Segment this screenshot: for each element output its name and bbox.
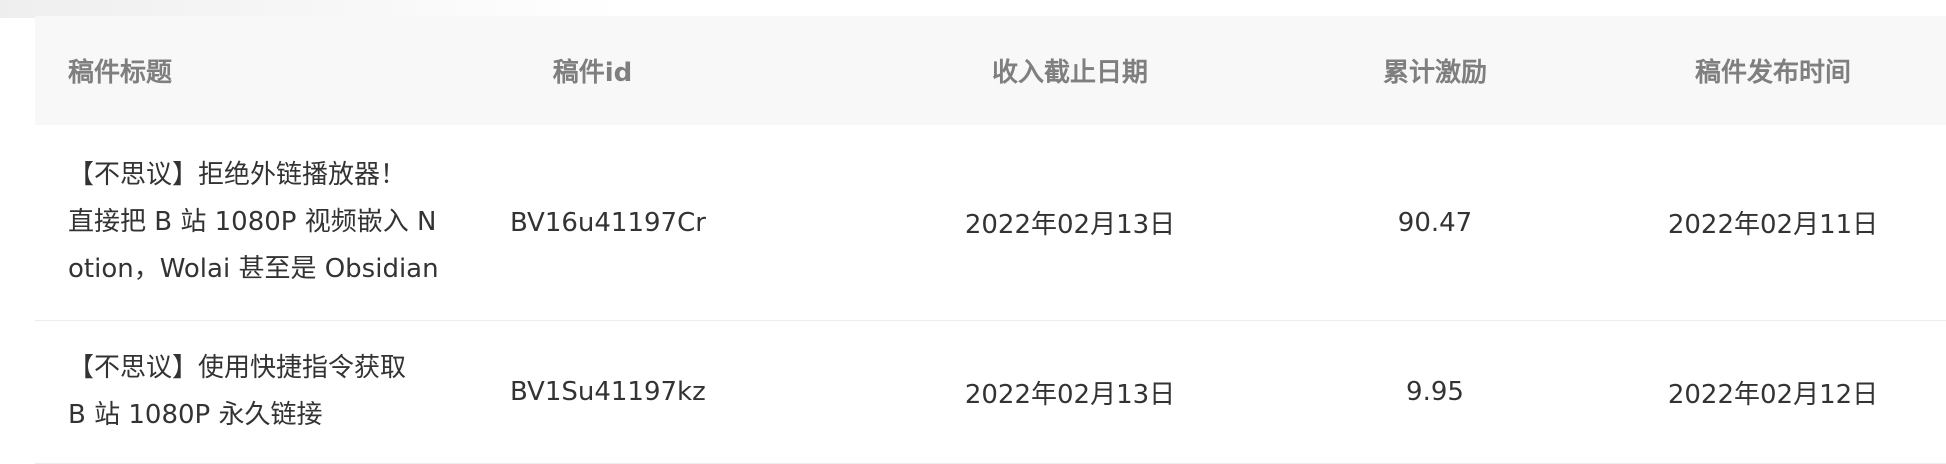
video-title[interactable]: 【不思议】使用快捷指令获取 B 站 1080P 永久链接 [68, 345, 468, 439]
header-reward[interactable]: 累计激励 [1270, 52, 1600, 89]
reward-amount: 9.95 [1406, 377, 1464, 407]
cutoff-date: 2022年02月13日 [964, 210, 1176, 240]
video-id: BV16u41197Cr [510, 207, 706, 238]
header-publish-time[interactable]: 稿件发布时间 [1600, 52, 1946, 89]
table-row[interactable]: 【不思议】拒绝外链播放器！ 直接把 B 站 1080P 视频嵌入 N otion… [35, 125, 1946, 321]
table-header: 稿件标题 稿件id 收入截止日期 累计激励 稿件发布时间 [35, 16, 1946, 125]
header-cutoff-date[interactable]: 收入截止日期 [870, 52, 1270, 89]
title-line: 【不思议】拒绝外链播放器！ [68, 160, 407, 190]
header-id[interactable]: 稿件id [510, 52, 870, 89]
title-line: B 站 1080P 永久链接 [68, 400, 323, 430]
cutoff-date: 2022年02月13日 [964, 379, 1176, 410]
income-table: 稿件标题 稿件id 收入截止日期 累计激励 稿件发布时间 【不思议】拒绝外链播放… [35, 16, 1946, 464]
reward-amount: 90.47 [1397, 207, 1473, 238]
video-title[interactable]: 【不思议】拒绝外链播放器！ 直接把 B 站 1080P 视频嵌入 N otion… [68, 152, 468, 293]
video-title-cell[interactable]: 【不思议】使用快捷指令获取 B 站 1080P 永久链接 [35, 345, 510, 439]
header-title[interactable]: 稿件标题 [35, 52, 510, 89]
video-title-cell[interactable]: 【不思议】拒绝外链播放器！ 直接把 B 站 1080P 视频嵌入 N otion… [35, 152, 510, 293]
publish-date: 2022年02月12日 [1667, 379, 1879, 410]
publish-date: 2022年02月11日 [1667, 210, 1879, 240]
table-row[interactable]: 【不思议】使用快捷指令获取 B 站 1080P 永久链接 BV1Su41197k… [35, 321, 1946, 464]
title-line: otion，Wolai 甚至是 Obsidian [68, 254, 439, 284]
title-line: 【不思议】使用快捷指令获取 [68, 353, 407, 383]
video-id: BV1Su41197kz [510, 377, 706, 407]
title-line: 直接把 B 站 1080P 视频嵌入 N [68, 207, 437, 237]
